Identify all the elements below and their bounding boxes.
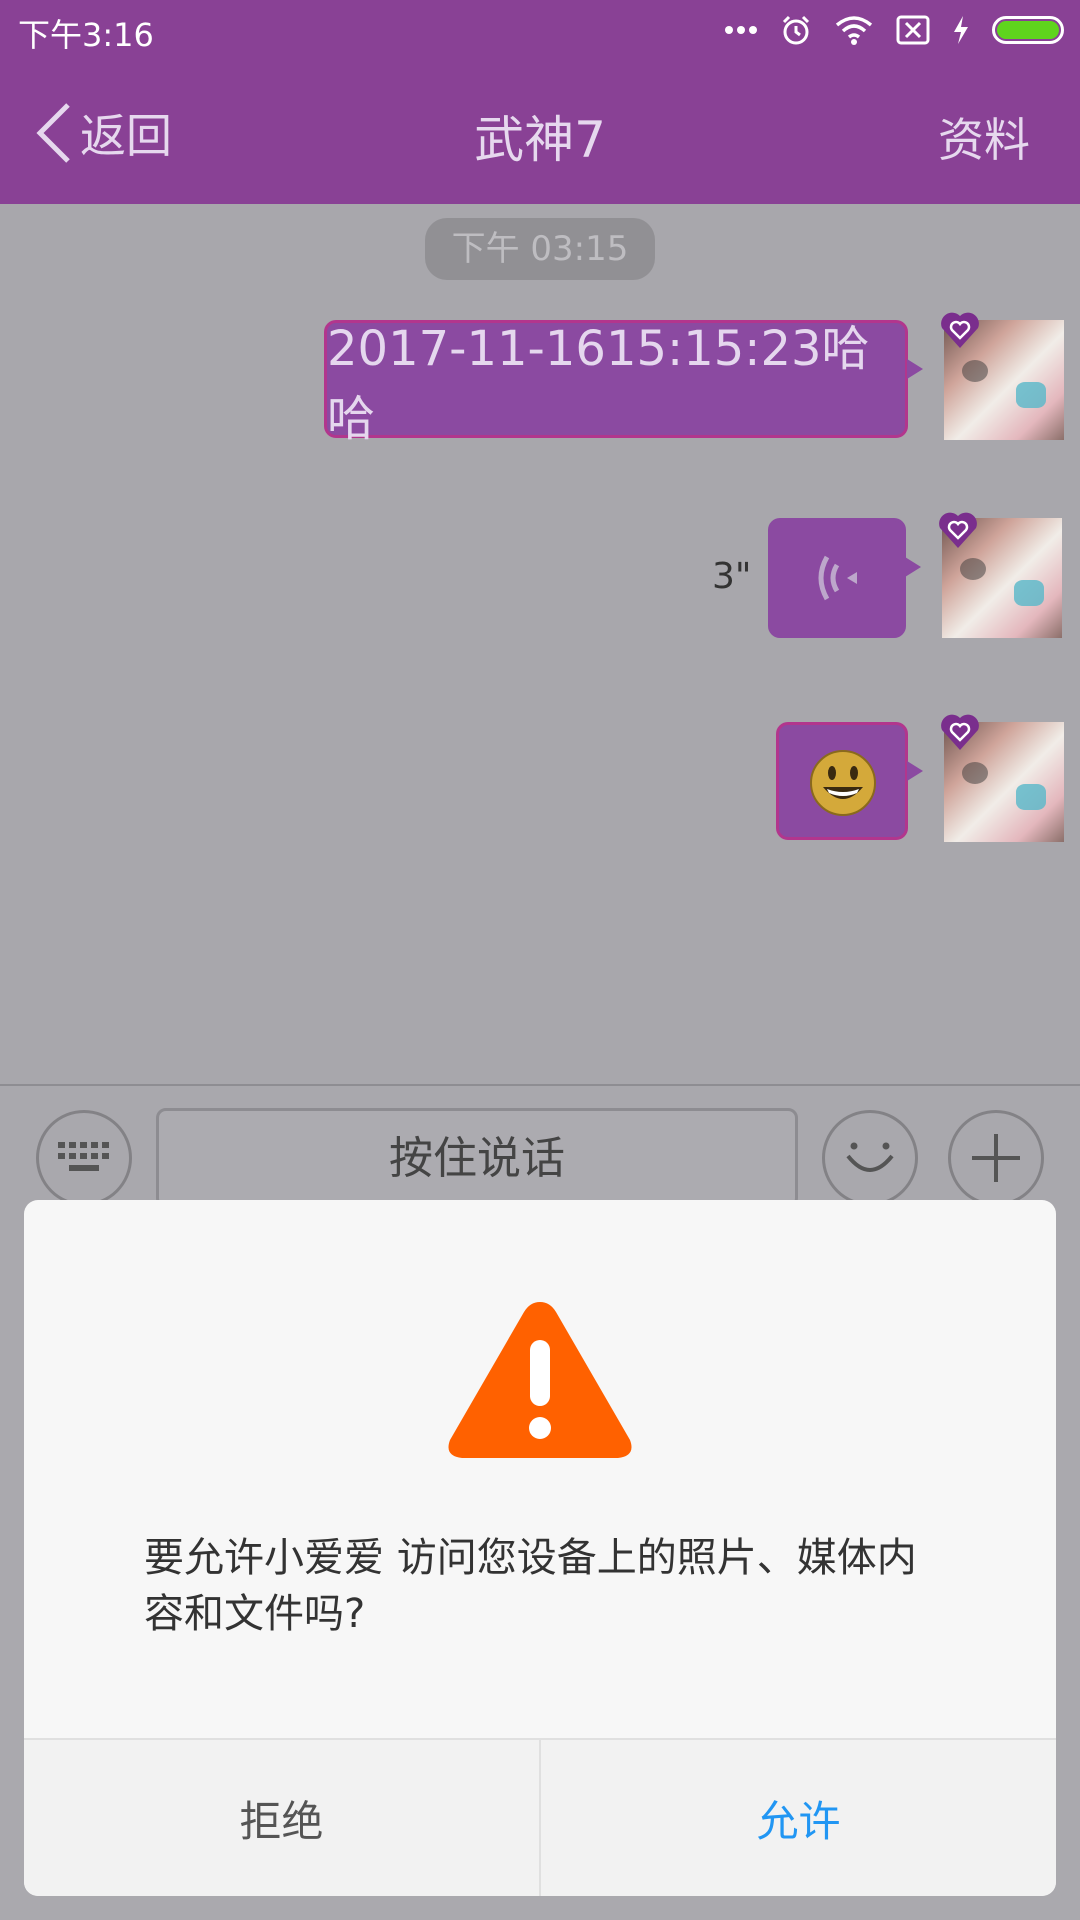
smiley-emoji-icon — [810, 750, 876, 816]
dialog-actions: 拒绝 允许 — [24, 1738, 1056, 1896]
heart-badge-icon — [941, 312, 979, 348]
text-message-bubble[interactable]: 2017-11-1615:15:23哈哈 — [324, 320, 923, 447]
status-bar: 下午3:16 — [0, 0, 1080, 60]
dialog-message: 要允许小爱爱 访问您设备上的照片、媒体内容和文件吗? — [144, 1535, 917, 1637]
keyboard-toggle-button[interactable] — [36, 1110, 132, 1206]
profile-button[interactable]: 资料 — [938, 104, 1030, 170]
wifi-icon — [835, 16, 873, 45]
header-bar: 返回 武神7 资料 — [0, 60, 1080, 204]
deny-button[interactable]: 拒绝 — [24, 1740, 541, 1896]
status-icons — [724, 12, 1064, 48]
chat-area[interactable]: 下午 03:15 2017-11-1615:15:23哈哈 3" — [0, 204, 1080, 1084]
emoji-message-bubble[interactable] — [776, 722, 923, 840]
heart-badge-icon — [941, 714, 979, 750]
charging-icon — [954, 16, 968, 44]
message-text: 2017-11-1615:15:23哈哈 — [327, 321, 870, 447]
heart-badge-icon — [939, 512, 977, 548]
more-dots-icon — [725, 26, 757, 34]
add-attachment-button[interactable] — [948, 1110, 1044, 1206]
bubble-tail — [907, 761, 923, 781]
status-time: 下午3:16 — [18, 16, 154, 54]
voice-wave-icon — [818, 555, 857, 601]
message-timestamp: 下午 03:15 — [425, 218, 655, 280]
alarm-icon — [782, 15, 810, 45]
voice-message-bubble[interactable] — [768, 518, 921, 638]
battery-icon — [992, 16, 1064, 44]
no-sim-icon — [896, 15, 930, 45]
bubble-tail — [905, 557, 921, 577]
plus-icon — [972, 1134, 1020, 1182]
voice-duration: 3" — [712, 556, 752, 597]
keyboard-icon — [58, 1142, 109, 1171]
page-title: 武神7 — [474, 111, 606, 169]
smiley-icon — [846, 1142, 894, 1172]
battery-level — [997, 21, 1059, 39]
bubble-tail — [907, 359, 923, 379]
allow-button[interactable]: 允许 — [541, 1740, 1056, 1896]
warning-icon — [448, 1302, 632, 1458]
emoji-button[interactable] — [822, 1110, 918, 1206]
hold-to-talk-button[interactable]: 按住说话 — [156, 1108, 798, 1208]
permission-dialog: 要允许小爱爱 访问您设备上的照片、媒体内容和文件吗? 拒绝 允许 — [24, 1200, 1056, 1896]
